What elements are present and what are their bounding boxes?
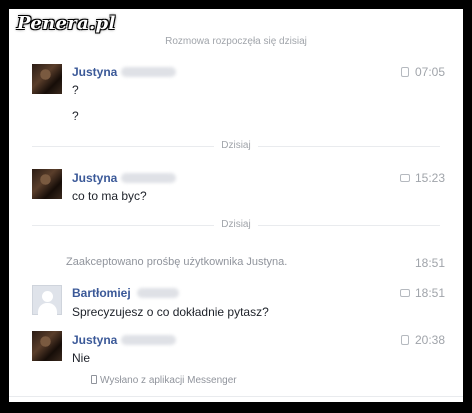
message-text: Sprecyzujesz o co dokładnie pytasz? [72,305,269,319]
redacted-surname [137,288,179,298]
chat-icon [400,174,410,182]
phone-icon [91,375,97,384]
conversation-panel: Penera.pl Rozmowa rozpoczęła się dzisiaj… [9,9,463,402]
date-divider: Dzisiaj [9,140,463,151]
date-divider-label: Dzisiaj [214,140,258,151]
avatar[interactable] [32,331,62,361]
message-text: co to ma byc? [72,189,147,203]
system-event-time: 18:51 [414,256,445,270]
sent-via-text: Wysłano z aplikacji Messenger [100,375,237,386]
sender-name[interactable]: Bartłomiej [72,286,131,300]
message-text: ? [72,83,79,97]
sent-via-label: Wysłano z aplikacji Messenger [91,375,237,386]
chat-icon [400,289,410,297]
avatar[interactable] [32,285,62,315]
redacted-surname [121,335,176,345]
sender-name[interactable]: Justyna [72,65,117,79]
message-time: 07:05 [414,65,445,79]
date-divider: Dzisiaj [9,219,463,230]
message-time: 15:23 [414,171,445,185]
date-divider-label: Dzisiaj [214,219,258,230]
avatar[interactable] [32,64,62,94]
avatar[interactable] [32,169,62,199]
divider [9,396,463,397]
phone-icon [401,335,409,345]
message-time: 20:38 [414,333,445,347]
phone-icon [401,67,409,77]
sender-name[interactable]: Justyna [72,333,117,347]
message-text: Nie [72,351,91,365]
conversation-started-label: Rozmowa rozpoczęła się dzisiaj [165,36,307,47]
redacted-surname [121,173,176,183]
system-event-text: Zaakceptowano prośbę użytkownika Justyna… [66,256,288,268]
sender-name[interactable]: Justyna [72,171,117,185]
message-text: ? [72,109,79,123]
message-time: 18:51 [414,286,445,300]
watermark-logo: Penera.pl [17,13,116,34]
redacted-surname [121,67,176,77]
